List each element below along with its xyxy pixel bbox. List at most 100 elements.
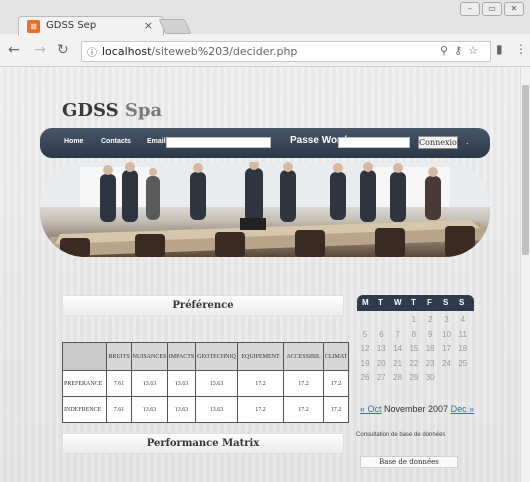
- table-cell: 13.63: [195, 396, 238, 423]
- calendar-day-cell[interactable]: 2: [422, 315, 438, 324]
- xampp-favicon-icon: ⊠: [27, 20, 40, 33]
- address-bar[interactable]: ⓘ localhost/siteweb%203/decider.php ⚲⚷☆: [81, 41, 491, 62]
- database-caption: Consultation de base de données: [356, 432, 446, 438]
- calendar-day-cell[interactable]: 30: [422, 373, 438, 382]
- calendar-day-cell[interactable]: 10: [439, 330, 455, 339]
- calendar-day-cell[interactable]: 12: [357, 344, 373, 353]
- table-row-label: PREFERANCE: [62, 370, 107, 397]
- password-field[interactable]: [338, 137, 410, 148]
- calendar-day-cell[interactable]: 20: [373, 359, 389, 368]
- forward-icon[interactable]: →: [34, 42, 46, 58]
- table-cell: 17.2: [323, 370, 349, 397]
- calendar-day-cell[interactable]: 26: [357, 373, 373, 382]
- calendar-day-cell[interactable]: 6: [373, 330, 389, 339]
- restore-button[interactable]: ▭: [482, 2, 502, 16]
- connexion-button[interactable]: Connexion: [418, 136, 462, 149]
- table-cell: 13.63: [167, 370, 196, 397]
- calendar-day-cell[interactable]: 3: [439, 315, 455, 324]
- calendar-day-label: M: [362, 298, 369, 307]
- close-window-button[interactable]: ✕: [504, 2, 524, 16]
- back-icon[interactable]: ←: [8, 42, 20, 58]
- performance-title: Performance Matrix: [146, 438, 260, 449]
- preference-table: BRUITS NUISANCES IMPACTS GEOTECHNIQ EQUI…: [62, 342, 349, 423]
- star-icon[interactable]: ☆: [468, 44, 484, 57]
- url-host: localhost: [102, 45, 152, 58]
- table-header-cell: IMPACTS: [167, 342, 196, 371]
- table-cell: 7.61: [106, 370, 132, 397]
- calendar-day-cell[interactable]: 19: [357, 359, 373, 368]
- site-logo: GDSS Spa: [62, 100, 162, 121]
- preference-section-header: Préférence: [62, 295, 344, 316]
- key-icon[interactable]: ⚷: [454, 44, 468, 57]
- calendar-day-label: T: [411, 298, 416, 307]
- calendar-day-cell[interactable]: 4: [455, 315, 471, 324]
- url-text: localhost/siteweb%203/decider.php: [102, 45, 297, 58]
- menu-contacts-link[interactable]: Contacts: [101, 138, 131, 145]
- calendar-day-cell[interactable]: 23: [422, 359, 438, 368]
- calendar-grid: 1 2 3 4 5 6 7 8 9 10 11 12 13 14 15 16 17 18 19 20 21 22 23 24 2…: [357, 311, 474, 395]
- table-cell: 7.61: [106, 396, 132, 423]
- calendar-day-cell[interactable]: 18: [455, 344, 471, 353]
- calendar-day-cell[interactable]: 25: [455, 359, 471, 368]
- calendar-day-cell[interactable]: 7: [390, 330, 406, 339]
- email-field[interactable]: [166, 137, 271, 148]
- calendar-day-label: S: [443, 298, 449, 307]
- calendar-day-cell[interactable]: 21: [390, 359, 406, 368]
- menu-dot: .: [466, 137, 469, 146]
- email-label: Email: [147, 138, 166, 145]
- page-content: GDSS Spa Home Contacts Email Passe Word …: [0, 67, 520, 482]
- scrollbar-thumb[interactable]: [522, 85, 529, 255]
- zoom-icon[interactable]: ⚲: [440, 44, 454, 57]
- calendar-day-label: S: [459, 298, 465, 307]
- calendar-day-cell[interactable]: 8: [406, 330, 422, 339]
- database-button[interactable]: Base de données: [360, 456, 458, 468]
- table-header-cell: CLIMAT: [323, 342, 349, 371]
- calendar-day-cell[interactable]: 22: [406, 359, 422, 368]
- table-header-cell: [62, 342, 107, 371]
- logo-main: GDSS: [62, 100, 119, 121]
- calendar-day-cell[interactable]: 29: [406, 373, 422, 382]
- table-cell: 17.2: [323, 396, 349, 423]
- url-path: /siteweb%203/decider.php: [151, 45, 298, 58]
- minimize-button[interactable]: –: [460, 2, 480, 16]
- vertical-scrollbar[interactable]: [520, 67, 530, 482]
- reload-icon[interactable]: ↻: [57, 42, 69, 58]
- calendar-day-label: F: [427, 298, 432, 307]
- calendar-day-cell[interactable]: 27: [373, 373, 389, 382]
- performance-matrix-header: Performance Matrix: [62, 433, 344, 454]
- calendar-day-cell[interactable]: 11: [455, 330, 471, 339]
- menu-kebab-icon[interactable]: ⋮: [515, 42, 527, 56]
- table-header-cell: EQUIPEMENT: [237, 342, 284, 371]
- calendar-day-cell[interactable]: 9: [422, 330, 438, 339]
- calendar-day-cell[interactable]: 24: [439, 359, 455, 368]
- table-cell: 17.2: [237, 396, 284, 423]
- tab-title: GDSS Sep: [46, 20, 97, 31]
- info-icon[interactable]: ⓘ: [87, 44, 97, 59]
- window-controls: – ▭ ✕: [460, 2, 524, 16]
- calendar-day-cell[interactable]: 5: [357, 330, 373, 339]
- calendar-day-label: T: [378, 298, 383, 307]
- calendar-day-cell[interactable]: 17: [439, 344, 455, 353]
- calendar-month-label: November 2007: [384, 404, 449, 414]
- table-cell: 13.63: [131, 396, 168, 423]
- table-header-cell: ACCESSIBIL: [283, 342, 324, 371]
- browser-tab[interactable]: ⊠ GDSS Sep ×: [18, 16, 164, 36]
- menu-home-link[interactable]: Home: [64, 138, 83, 145]
- table-header-cell: BRUITS: [106, 342, 132, 371]
- calendar-day-cell[interactable]: 28: [390, 373, 406, 382]
- calendar-prev-month-link[interactable]: « Oct: [360, 404, 382, 414]
- calendar-day-cell[interactable]: 1: [406, 315, 422, 324]
- calendar-day-label: W: [394, 298, 402, 307]
- calendar-day-cell[interactable]: 15: [406, 344, 422, 353]
- table-cell: 13.63: [195, 370, 238, 397]
- calendar-day-cell[interactable]: 16: [422, 344, 438, 353]
- extension-icon[interactable]: ▮: [496, 42, 503, 56]
- meeting-room-banner-image: [40, 162, 490, 257]
- browser-chrome: ⊠ GDSS Sep × – ▭ ✕ ← → ↻ ⓘ localhost/sit…: [0, 0, 530, 67]
- calendar-day-cell[interactable]: 14: [390, 344, 406, 353]
- calendar-day-cell[interactable]: 13: [373, 344, 389, 353]
- table-cell: 13.63: [131, 370, 168, 397]
- table-cell: 13.63: [167, 396, 196, 423]
- tab-close-icon[interactable]: ×: [144, 19, 153, 32]
- calendar-next-month-link[interactable]: Dec »: [451, 404, 475, 414]
